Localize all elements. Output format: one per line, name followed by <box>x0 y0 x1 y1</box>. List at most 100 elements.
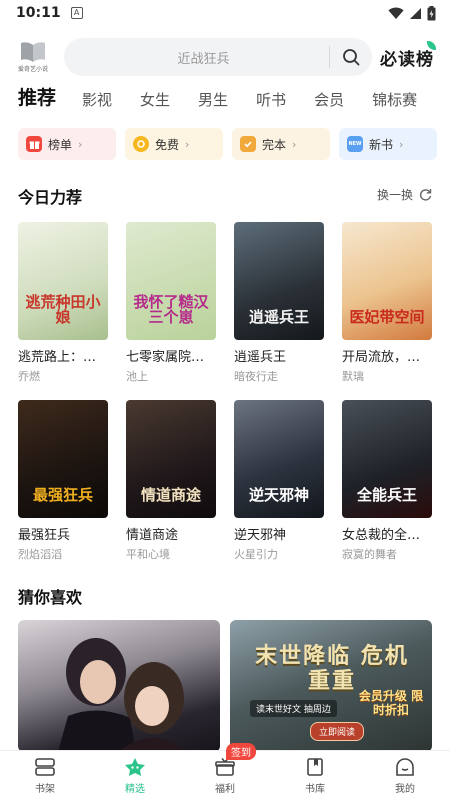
search-button[interactable] <box>330 38 372 76</box>
book-cover[interactable]: 医妃带空间 <box>342 222 432 340</box>
book-title[interactable]: 七零家属院… <box>126 346 216 365</box>
new-books-label: 新书 <box>369 137 394 152</box>
ranking-label: 榜单 <box>48 137 73 152</box>
tab-vip[interactable]: 会员 <box>314 89 344 110</box>
nav-welfare[interactable]: 签到 福利 <box>180 743 270 800</box>
app-logo[interactable]: 爱奇艺小说 <box>16 41 50 73</box>
chevron-right-icon: › <box>78 137 83 151</box>
book-card[interactable]: 我怀了糙汉三个崽 七零家属院… 池上 <box>126 222 216 392</box>
book-card[interactable]: 全能兵王女总裁的全… 寂寞的舞者 <box>342 400 432 570</box>
book-title[interactable]: 开局流放，… <box>342 346 432 365</box>
nav-profile-label: 我的 <box>395 783 415 795</box>
book-cover-title: 逍遥兵王 <box>248 308 309 327</box>
wifi-icon <box>388 7 404 19</box>
category-tabs: 推荐 影视 女生 男生 听书 会员 锦标赛 <box>0 84 450 110</box>
promo-headline: 末世降临 危机重重 <box>255 644 409 695</box>
free-label: 免费 <box>155 137 180 152</box>
coin-icon <box>133 136 149 152</box>
tab-film[interactable]: 影视 <box>82 89 112 110</box>
book-author: 乔燃 <box>18 370 40 383</box>
header: 爱奇艺小说 近战狂兵 必读榜 <box>0 36 450 78</box>
nav-featured[interactable]: 精选 <box>90 751 180 800</box>
recommend-grid: 逃荒种田小娘 逃荒路上：… 乔燃 我怀了糙汉三个崽 七零家属院… 池上 逍遥兵王 逍遥兵王 暗夜… <box>18 222 432 570</box>
nav-featured-label: 精选 <box>125 783 145 795</box>
gift-icon <box>26 136 42 152</box>
book-cover-title: 最强狂兵 <box>32 486 93 505</box>
nav-welfare-label: 福利 <box>215 783 235 795</box>
book-cover-title: 我怀了糙汉三个崽 <box>133 292 209 327</box>
tab-tournament[interactable]: 锦标赛 <box>372 89 417 110</box>
book-author: 默璃 <box>342 370 364 383</box>
book-cover[interactable]: 我怀了糙汉三个崽 <box>126 222 216 340</box>
search-placeholder[interactable]: 近战狂兵 <box>64 48 329 67</box>
nav-library-label: 书库 <box>305 783 325 795</box>
nav-bookshelf[interactable]: 书架 <box>0 751 90 800</box>
new-books-pill[interactable]: NEW 新书 › <box>339 128 437 160</box>
promo-banner[interactable]: 末世降临 危机重重 读末世好文 抽周边 会员升级 限时折扣 立即阅读 <box>230 620 432 752</box>
book-cover-title: 全能兵王 <box>356 486 417 505</box>
book-title[interactable]: 最强狂兵 <box>18 524 108 543</box>
book-card[interactable]: 逍遥兵王 逍遥兵王 暗夜行走 <box>234 222 324 392</box>
nav-profile[interactable]: 我的 <box>360 751 450 800</box>
tab-audiobook[interactable]: 听书 <box>256 89 286 110</box>
search-icon <box>343 49 360 66</box>
app-logo-caption: 爱奇艺小说 <box>17 66 48 73</box>
refresh-label: 换一换 <box>376 188 413 202</box>
book-author: 暗夜行走 <box>234 370 278 383</box>
leaf-icon <box>427 40 436 50</box>
book-card[interactable]: 逆天邪神 逆天邪神 火星引力 <box>234 400 324 570</box>
book-card[interactable]: 医妃带空间开局流放，… 默璃 <box>342 222 432 392</box>
tab-male[interactable]: 男生 <box>198 89 228 110</box>
book-title[interactable]: 女总裁的全… <box>342 524 432 543</box>
profile-icon <box>396 757 414 776</box>
ranking-pill[interactable]: 榜单 › <box>18 128 116 160</box>
bookshelf-icon <box>35 757 55 776</box>
new-badge-icon: NEW <box>347 136 363 152</box>
book-author: 烈焰滔滔 <box>18 548 62 561</box>
battery-icon <box>427 5 436 20</box>
status-bar: 10:11 A <box>0 0 450 26</box>
book-cover[interactable]: 全能兵王 <box>342 400 432 518</box>
guess-title: 猜你喜欢 <box>18 588 83 607</box>
tab-recommend[interactable]: 推荐 <box>18 83 56 110</box>
promo-badge: 会员升级 限时折扣 <box>358 689 424 717</box>
featured-icon <box>125 757 145 776</box>
book-card[interactable]: 情道商途 情道商途 平和心境 <box>126 400 216 570</box>
couple-illustration <box>58 638 188 752</box>
status-icons <box>388 5 436 21</box>
book-cover[interactable]: 逍遥兵王 <box>234 222 324 340</box>
book-author: 平和心境 <box>126 548 170 561</box>
nav-bookshelf-label: 书架 <box>35 783 55 795</box>
free-pill[interactable]: 免费 › <box>125 128 223 160</box>
nav-library[interactable]: 书库 <box>270 751 360 800</box>
refresh-button[interactable]: 换一换 <box>377 186 432 203</box>
book-author: 寂寞的舞者 <box>342 548 397 561</box>
romance-banner[interactable] <box>18 620 220 752</box>
book-author: 火星引力 <box>234 548 278 561</box>
open-book-icon <box>21 42 45 62</box>
book-cover[interactable]: 逃荒种田小娘 <box>18 222 108 340</box>
completed-pill[interactable]: 完本 › <box>232 128 330 160</box>
chevron-right-icon: › <box>292 137 297 151</box>
checkin-badge: 签到 <box>226 743 256 760</box>
read-now-button[interactable]: 立即阅读 <box>310 722 365 741</box>
recommend-title: 今日力荐 <box>18 188 83 207</box>
book-card[interactable]: 最强狂兵 最强狂兵 烈焰滔滔 <box>18 400 108 570</box>
bottom-nav: 书架 精选 签到 福利 书库 我的 <box>0 743 450 800</box>
quick-entries: 榜单 › 免费 › 完本 › NEW 新书 › <box>18 128 437 160</box>
check-shield-icon <box>240 136 256 152</box>
book-card[interactable]: 逃荒种田小娘逃荒路上：… 乔燃 <box>18 222 108 392</box>
book-title[interactable]: 逆天邪神 <box>234 524 324 543</box>
book-cover[interactable]: 最强狂兵 <box>18 400 108 518</box>
search-bar[interactable]: 近战狂兵 <box>64 38 372 76</box>
status-time: 10:11 <box>16 5 61 21</box>
book-title[interactable]: 逃荒路上：… <box>18 346 108 365</box>
book-title[interactable]: 逍遥兵王 <box>234 346 324 365</box>
book-title[interactable]: 情道商途 <box>126 524 216 543</box>
book-cover[interactable]: 逆天邪神 <box>234 400 324 518</box>
brand-wordmark[interactable]: 必读榜 <box>380 40 436 70</box>
completed-label: 完本 <box>262 137 287 152</box>
promo-subtitle: 读末世好文 抽周边 <box>250 700 337 717</box>
book-cover[interactable]: 情道商途 <box>126 400 216 518</box>
tab-female[interactable]: 女生 <box>140 89 170 110</box>
